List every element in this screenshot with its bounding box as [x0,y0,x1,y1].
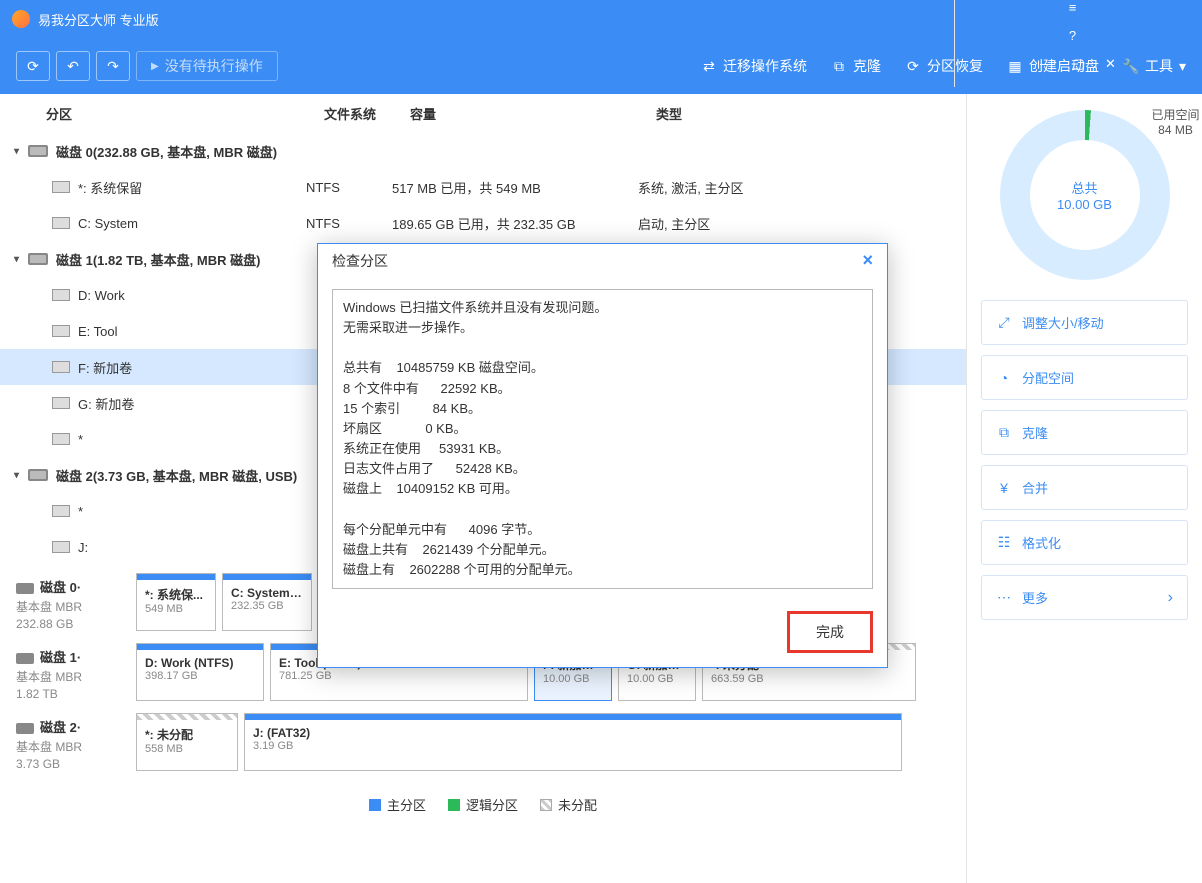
op-icon: ⧉ [996,425,1012,441]
partition-segment[interactable]: D: Work (NTFS)398.17 GB [136,643,264,701]
bootdisk-button[interactable]: ▦ 创建启动盘 [1007,56,1099,76]
col-partition: 分区 [46,104,324,123]
partition-icon [52,289,70,301]
partition-segment[interactable]: *: 未分配558 MB [136,713,238,771]
col-type: 类型 [656,104,966,123]
wrench-icon: 🔧 [1123,58,1139,74]
op-button[interactable]: ⧉ 克隆 [981,410,1188,455]
migrate-icon: ⇄ [701,58,717,74]
bootdisk-label: 创建启动盘 [1029,56,1099,76]
legend-unalloc: 未分配 [540,795,597,814]
disk-icon [16,653,34,664]
dialog-done-button[interactable]: 完成 [787,611,873,653]
column-headers: 分区 文件系统 容量 类型 [0,94,966,133]
op-button[interactable]: ◔ 分配空间 [981,355,1188,400]
partition-segment[interactable]: J: (FAT32)3.19 GB [244,713,902,771]
clone-icon: ⧉ [831,58,847,74]
op-label: 分配空间 [1022,368,1074,387]
usage-donut: 已用空间 84 MB 总共 10.00 GB [1000,110,1170,280]
op-label: 调整大小/移动 [1022,313,1104,332]
undo-button[interactable]: ↶ [56,51,90,81]
recovery-icon: ⟳ [905,58,921,74]
partition-icon [52,397,70,409]
op-icon: ☷ [996,535,1012,551]
more-button[interactable]: ⋯ 更多 [981,575,1188,620]
op-button[interactable]: ⤢ 调整大小/移动 [981,300,1188,345]
disk-icon [16,723,34,734]
partition-icon [52,505,70,517]
partition-recovery-button[interactable]: ⟳ 分区恢复 [905,56,983,76]
bootdisk-icon: ▦ [1007,58,1023,74]
clone-label: 克隆 [853,56,881,76]
disk-icon [16,583,34,594]
partition-row[interactable]: C: SystemNTFS189.65 GB 已用，共 232.35 GB启动,… [0,205,966,241]
op-label: 克隆 [1022,423,1048,442]
caret-icon: ▾ [14,146,28,157]
op-icon: ⤢ [996,315,1012,331]
op-button[interactable]: ¥ 合并 [981,465,1188,510]
more-label: 更多 [1022,588,1048,607]
disk-icon [28,253,48,265]
partition-row[interactable]: *: 系统保留NTFS517 MB 已用，共 549 MB系统, 激活, 主分区 [0,169,966,205]
partition-segment[interactable]: C: System (NT...232.35 GB [222,573,312,631]
clone-button[interactable]: ⧉ 克隆 [831,56,881,76]
app-logo-icon [12,10,30,28]
tools-button[interactable]: 🔧工具 ▾ [1123,56,1186,76]
more-icon: ⋯ [996,590,1012,606]
partition-icon [52,325,70,337]
dialog-title: 检查分区 [332,251,388,271]
col-capacity: 容量 [410,104,656,123]
legend-logical: 逻辑分区 [448,795,518,814]
pending-label: 没有待执行操作 [165,56,263,76]
titlebar: 易我分区大师 专业版 🔔 在线服务 ≡ ? — ▢ ✕ [0,0,1202,38]
tools-label: 工具 [1145,56,1173,76]
swatch-primary-icon [369,799,381,811]
legend: 主分区 逻辑分区 未分配 [0,785,966,824]
disk-bar-row: 磁盘 2·基本盘 MBR3.73 GB*: 未分配558 MBJ: (FAT32… [16,713,950,771]
pending-ops-button[interactable]: 没有待执行操作 [136,51,278,81]
redo-button[interactable]: ↷ [96,51,130,81]
app-title: 易我分区大师 专业版 [38,10,954,29]
partition-icon [52,541,70,553]
menu-icon[interactable]: ≡ [1066,1,1080,15]
refresh-button[interactable]: ⟳ [16,51,50,81]
migrate-os-button[interactable]: ⇄ 迁移操作系统 [701,56,807,76]
total-value: 10.00 GB [1057,197,1112,212]
total-label: 总共 [1071,178,1097,197]
op-button[interactable]: ☷ 格式化 [981,520,1188,565]
help-icon[interactable]: ? [1066,29,1080,43]
dialog-body-text: Windows 已扫描文件系统并且没有发现问题。 无需采取进一步操作。 总共有 … [332,289,873,589]
swatch-logical-icon [448,799,460,811]
recover-label: 分区恢复 [927,56,983,76]
close-button[interactable]: ✕ [1104,57,1118,71]
disk-icon [28,145,48,157]
caret-icon: ▾ [14,470,28,481]
partition-icon [52,433,70,445]
partition-icon [52,181,70,193]
disk-icon [28,469,48,481]
partition-icon [52,217,70,229]
op-label: 合并 [1022,478,1048,497]
legend-primary: 主分区 [369,795,426,814]
swatch-unalloc-icon [540,799,552,811]
partition-icon [52,361,70,373]
check-partition-dialog: 检查分区 × Windows 已扫描文件系统并且没有发现问题。 无需采取进一步操… [317,243,888,668]
disk-row[interactable]: ▾磁盘 0 (232.88 GB, 基本盘, MBR 磁盘) [0,133,966,169]
dialog-close-icon[interactable]: × [862,250,873,271]
op-icon: ¥ [996,480,1012,496]
op-icon: ◔ [996,370,1012,386]
caret-icon: ▾ [14,254,28,265]
side-panel: 已用空间 84 MB 总共 10.00 GB ⤢ 调整大小/移动 ◔ 分配空间 ⧉ 克隆 ¥… [966,94,1202,883]
partition-segment[interactable]: *: 系统保...549 MB [136,573,216,631]
col-filesystem: 文件系统 [324,104,410,123]
migrate-label: 迁移操作系统 [723,56,807,76]
op-label: 格式化 [1022,533,1061,552]
